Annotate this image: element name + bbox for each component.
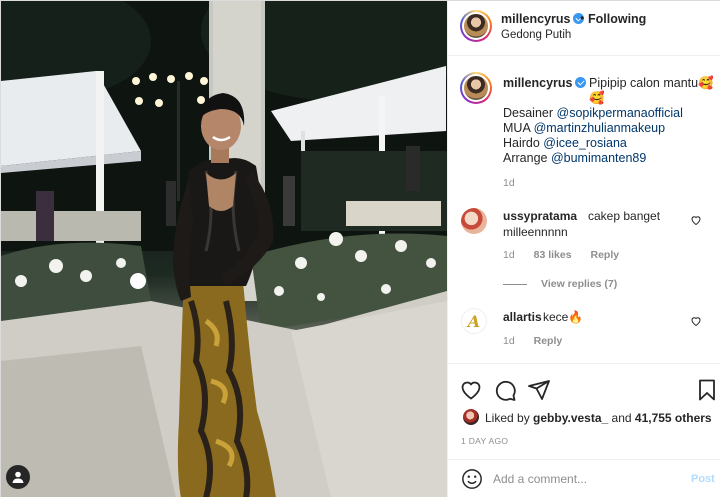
mention-link[interactable]: @martinzhulianmakeup	[534, 121, 666, 135]
comment-username[interactable]: allartis	[503, 310, 542, 324]
comment-text-continued: milleennnnn	[503, 225, 568, 239]
heart-icon[interactable]	[459, 378, 483, 402]
credit-label: Arrange	[503, 151, 551, 165]
comment-text: cakep banget	[588, 209, 661, 223]
comment-username[interactable]: ussypratama	[503, 209, 577, 223]
commenter-avatar[interactable]	[461, 208, 487, 234]
credit-label: Hairdo	[503, 136, 544, 150]
comment-meta: 1d Reply	[503, 335, 578, 347]
heart-icon[interactable]	[690, 214, 702, 226]
mention-link[interactable]: @icee_rosiana	[543, 136, 627, 150]
liker-avatar[interactable]	[463, 409, 479, 425]
comment-icon[interactable]	[493, 378, 517, 402]
post-side-panel: millencyrus • Following Gedong Putih mil…	[447, 1, 720, 497]
commenter-avatar[interactable]: A	[461, 308, 487, 334]
caption-time: 1d	[503, 177, 515, 189]
following-button[interactable]: Following	[588, 12, 646, 26]
post-comment-button[interactable]: Post	[691, 473, 715, 485]
likes-prefix: Liked by	[485, 411, 534, 425]
reply-button[interactable]: Reply	[534, 335, 563, 347]
emoji-icon[interactable]	[461, 468, 483, 490]
view-replies-button[interactable]: View replies (7)	[503, 278, 617, 290]
author-username[interactable]: millencyrus	[501, 12, 585, 26]
caption-line: MUA @martinzhulianmakeup	[503, 121, 683, 136]
user-tag-icon	[12, 471, 24, 483]
header-separator: •	[580, 11, 585, 25]
caption-username[interactable]: millencyrus	[503, 76, 587, 90]
post-location[interactable]: Gedong Putih	[501, 29, 571, 41]
author-avatar[interactable]	[460, 10, 492, 42]
verified-badge-icon	[575, 77, 587, 88]
author-username-text: millencyrus	[501, 12, 571, 26]
caption-text: Pipipip calon mantu🥰🥰	[589, 76, 714, 105]
credit-label: MUA	[503, 121, 534, 135]
heart-icon[interactable]	[690, 315, 702, 327]
caption-username-text: millencyrus	[503, 76, 573, 90]
likes-summary: Liked by gebby.vesta_ and 41,755 others	[485, 411, 712, 425]
post-header: millencyrus • Following Gedong Putih	[448, 1, 720, 56]
post-actions: Liked by gebby.vesta_ and 41,755 others …	[448, 363, 720, 459]
comment-likes[interactable]: 83 likes	[534, 249, 572, 261]
likes-count[interactable]: 41,755 others	[635, 411, 712, 425]
view-replies-label: View replies (7)	[541, 278, 618, 290]
comment-meta: 1d 83 likes Reply	[503, 249, 635, 261]
post-modal: millencyrus • Following Gedong Putih mil…	[0, 0, 720, 497]
credit-label: Desainer	[503, 106, 557, 120]
post-photo[interactable]	[1, 1, 447, 497]
photo-illustration	[1, 1, 447, 497]
comment-time: 1d	[503, 335, 515, 347]
add-comment-bar: Post	[448, 459, 720, 497]
comment-input[interactable]	[493, 468, 683, 490]
caption-line: Desainer @sopikpermanaofficial	[503, 106, 683, 121]
mention-link[interactable]: @bumimanten89	[551, 151, 646, 165]
bookmark-icon[interactable]	[695, 378, 719, 402]
caption-line: Arrange @bumimanten89	[503, 151, 683, 166]
post-date[interactable]: 1 DAY AGO	[461, 436, 508, 446]
replies-divider	[503, 283, 527, 285]
caption-avatar[interactable]	[460, 72, 492, 104]
reply-button[interactable]: Reply	[590, 249, 619, 261]
comment-time: 1d	[503, 249, 515, 261]
comments-section[interactable]: millencyrus Pipipip calon mantu🥰🥰 Desain…	[448, 57, 720, 363]
caption-credits: Desainer @sopikpermanaofficial MUA @mart…	[503, 106, 683, 166]
user-tag-button[interactable]	[6, 465, 30, 489]
liker-username[interactable]: gebby.vesta_	[533, 411, 608, 425]
likes-connector: and	[608, 411, 635, 425]
mention-link[interactable]: @sopikpermanaofficial	[557, 106, 683, 120]
share-icon[interactable]	[527, 378, 551, 402]
caption-line: Hairdo @icee_rosiana	[503, 136, 683, 151]
comment-text: kece🔥	[543, 310, 584, 324]
